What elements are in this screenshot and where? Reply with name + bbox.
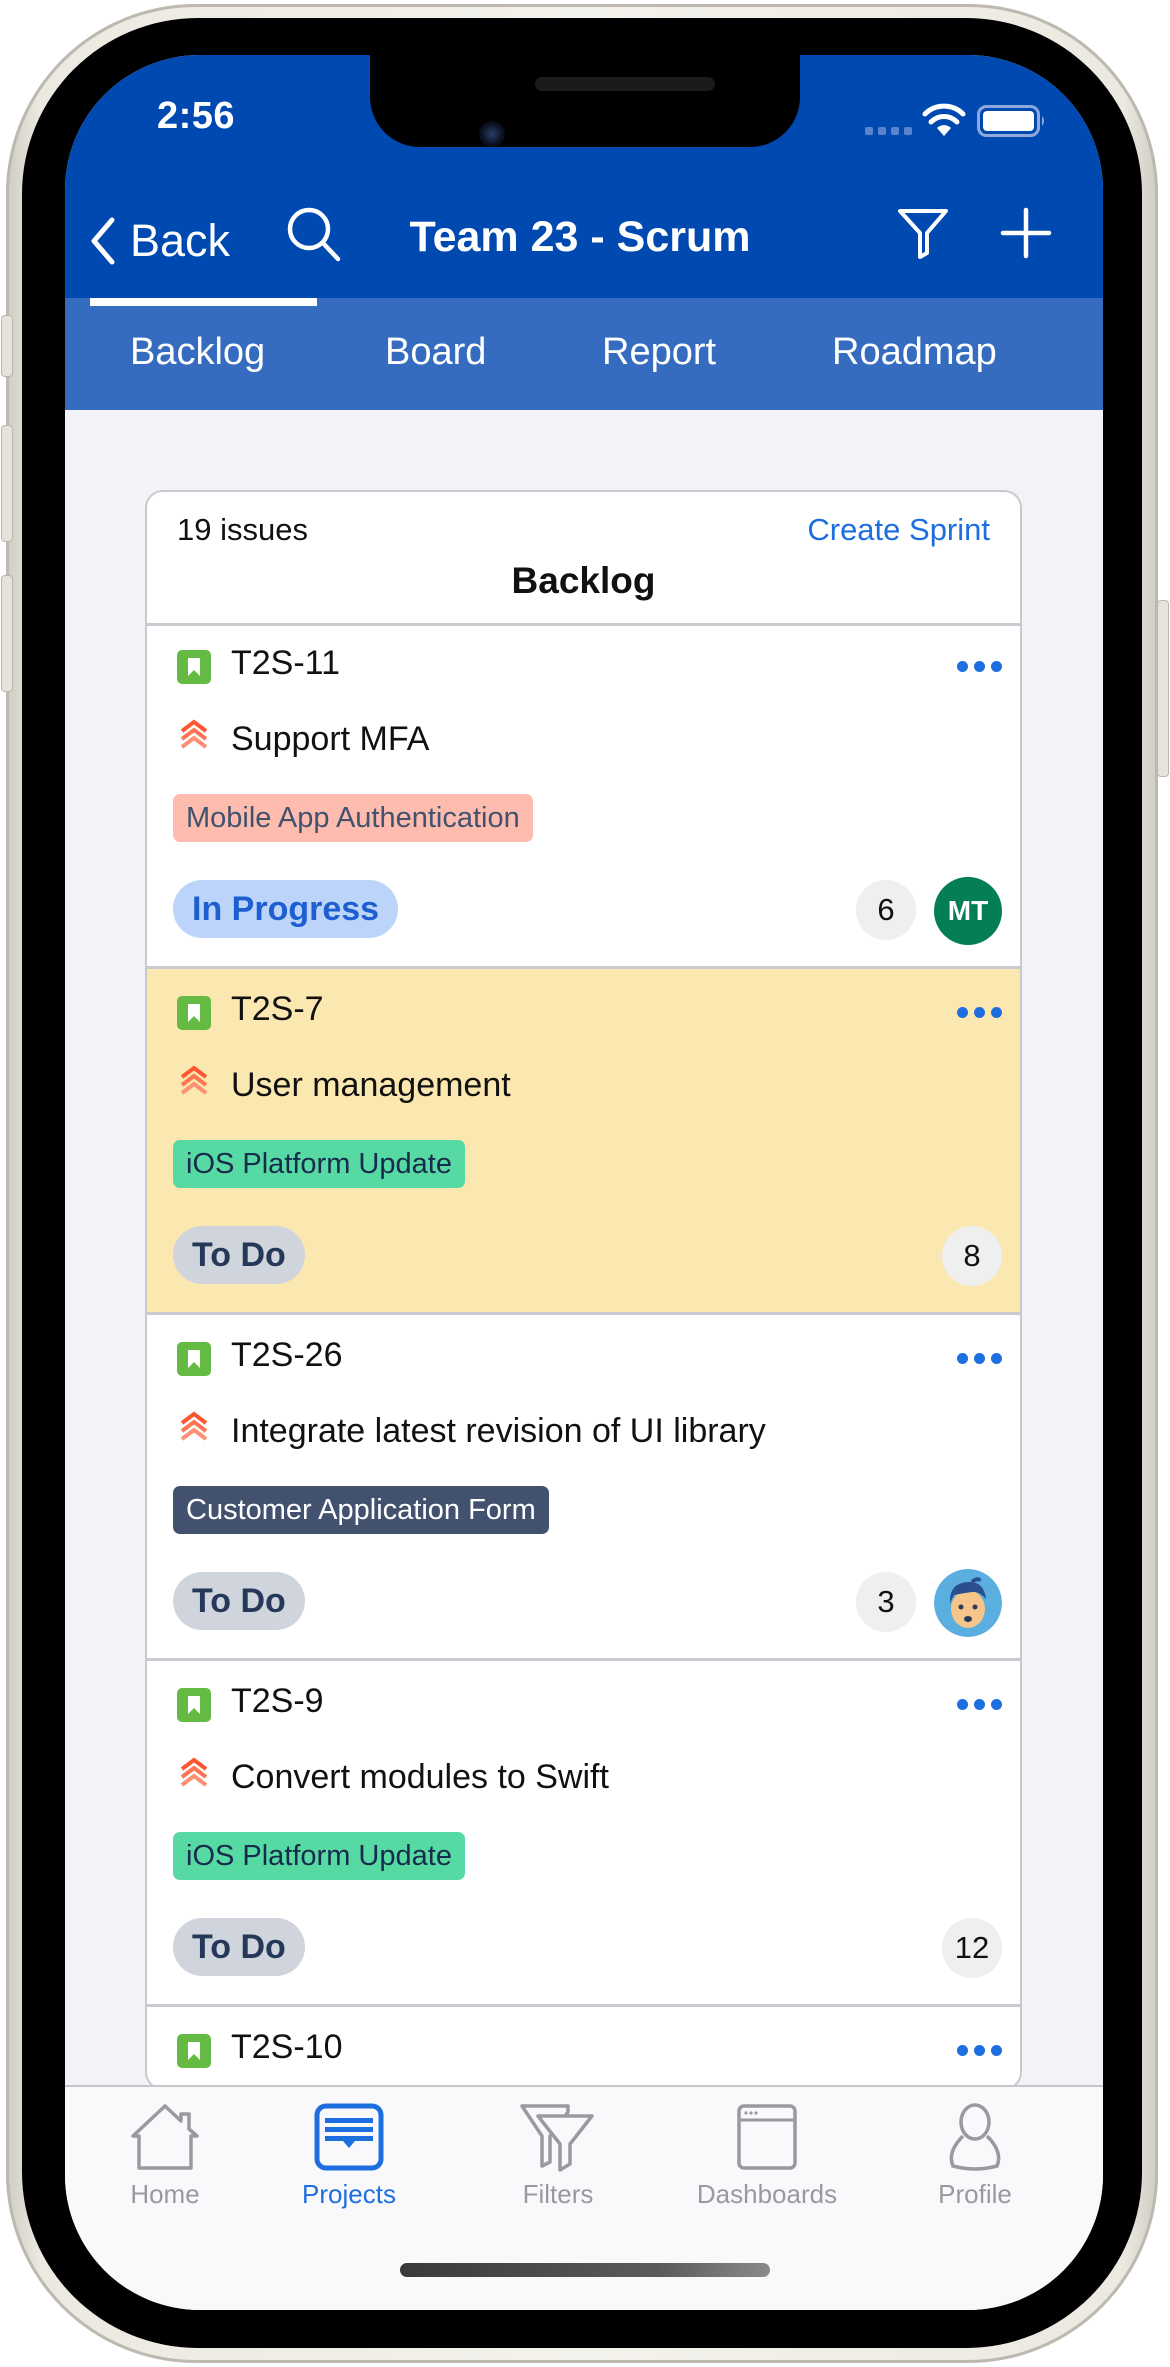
issue-row[interactable]: T2S-11 Support MFA Mobile App Authentica… [147,623,1020,969]
bottom-tab-label: Filters [522,2179,594,2209]
priority-highest-icon [180,1411,208,1441]
story-points: 12 [942,1918,1002,1978]
avatar[interactable] [934,1569,1002,1637]
tab-board[interactable]: Board [385,331,486,374]
status-badge[interactable]: To Do [173,1918,305,1976]
status-time: 2:56 [157,95,236,137]
volume-down-button [1,575,13,692]
backlog-header: 19 issues Create Sprint Backlog [147,492,1020,626]
issue-key: T2S-11 [231,644,340,682]
issue-count: 19 issues [177,512,308,547]
bottom-tab-label: Profile [938,2179,1012,2209]
issue-row[interactable]: T2S-10 [147,2007,1020,2088]
tab-backlog[interactable]: Backlog [130,331,265,374]
speaker-grille [535,77,715,91]
active-tab-indicator [90,298,317,306]
more-options-icon[interactable] [957,661,1002,672]
more-options-icon[interactable] [957,1353,1002,1364]
issue-row[interactable]: T2S-9 Convert modules to Swift iOS Platf… [147,1661,1020,2007]
filters-icon [520,2104,594,2172]
bottom-tab-label: Projects [302,2179,396,2209]
segmented-tabs: Backlog Board Report Roadmap [65,298,1103,410]
priority-highest-icon [180,1065,208,1095]
battery-icon [977,105,1044,137]
issue-summary: Support MFA [231,720,430,758]
story-icon [177,2034,211,2068]
action-button [1,315,13,377]
story-icon [177,650,211,684]
content-area: 19 issues Create Sprint Backlog T2S-11 S… [65,410,1103,2310]
avatar[interactable]: MT [934,877,1002,945]
issue-key: T2S-9 [231,1682,324,1720]
more-options-icon[interactable] [957,1699,1002,1710]
story-points: 8 [942,1226,1002,1286]
cellular-signal-icon [865,127,912,135]
issue-row[interactable]: T2S-26 Integrate latest revision of UI l… [147,1315,1020,1661]
story-points: 3 [856,1572,916,1632]
plus-icon[interactable] [1000,207,1052,259]
profile-icon [949,2103,1001,2171]
volume-up-button [1,425,13,542]
backlog-card: 19 issues Create Sprint Backlog T2S-11 S… [145,490,1022,2090]
projects-icon [314,2103,384,2171]
epic-label: iOS Platform Update [173,1140,465,1188]
backlog-title: Backlog [511,560,656,601]
create-sprint-button[interactable]: Create Sprint [807,512,990,548]
status-badge[interactable]: To Do [173,1226,305,1284]
epic-label: Customer Application Form [173,1486,549,1534]
issue-row[interactable]: T2S-7 User management iOS Platform Updat… [147,969,1020,1315]
story-icon [177,1342,211,1376]
story-icon [177,996,211,1030]
issue-key: T2S-10 [231,2028,343,2066]
issue-key: T2S-7 [231,990,324,1028]
power-button [1157,600,1169,777]
story-points: 6 [856,880,916,940]
dashboards-icon [737,2104,797,2170]
issue-summary: User management [231,1066,511,1104]
status-badge[interactable]: In Progress [173,880,399,938]
more-options-icon[interactable] [957,2045,1002,2056]
more-options-icon[interactable] [957,1007,1002,1018]
priority-highest-icon [180,719,208,749]
notch [370,55,800,147]
filter-icon[interactable] [895,207,951,259]
story-icon [177,1688,211,1722]
issue-summary: Convert modules to Swift [231,1758,609,1796]
epic-label: iOS Platform Update [173,1832,465,1880]
home-indicator[interactable] [400,2263,770,2277]
status-badge[interactable]: To Do [173,1572,305,1630]
bottom-tab-label: Home [130,2179,200,2209]
tab-roadmap[interactable]: Roadmap [832,331,997,374]
tab-report[interactable]: Report [602,331,716,374]
issue-summary: Integrate latest revision of UI library [231,1412,766,1450]
priority-highest-icon [180,1757,208,1787]
front-camera [479,121,505,147]
screen: 2:56 Back Team 23 - Scrum Backlog Board … [65,55,1103,2310]
wifi-icon [922,103,966,136]
epic-label: Mobile App Authentication [173,794,533,842]
home-icon [131,2104,199,2170]
issue-key: T2S-26 [231,1336,343,1374]
bottom-tab-label: Dashboards [696,2179,838,2209]
